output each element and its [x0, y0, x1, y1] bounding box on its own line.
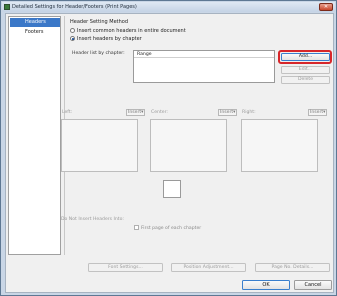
category-list: Headers Footers	[8, 16, 61, 255]
group-title-header-setting-method: Header Setting Method	[70, 19, 129, 25]
radio-headers-by-chapter[interactable]: Insert headers by chapter	[70, 36, 142, 42]
center-header-box[interactable]	[150, 119, 227, 172]
nav-item-headers[interactable]: Headers	[10, 18, 60, 27]
center-insert-button[interactable]: Insert▾	[218, 109, 238, 116]
dialog-window: Detailed Settings for Header/Footers (Pr…	[0, 0, 337, 296]
left-header-box[interactable]	[61, 119, 138, 172]
radio-label: Insert common headers in entire document	[77, 28, 186, 34]
list-column-range: Range	[134, 51, 274, 58]
checkbox-icon	[134, 225, 139, 230]
left-insert-button[interactable]: Insert▾	[126, 109, 146, 116]
center-label: Center:	[151, 110, 168, 115]
right-header-box[interactable]	[241, 119, 318, 172]
cancel-button[interactable]: Cancel	[294, 280, 332, 290]
do-not-insert-label: Do Not Insert Headers Into:	[61, 217, 124, 222]
left-label: Left:	[62, 110, 73, 115]
add-button-highlight	[278, 50, 332, 64]
radio-icon	[70, 28, 75, 33]
right-insert-button[interactable]: Insert▾	[308, 109, 328, 116]
title-bar: Detailed Settings for Header/Footers (Pr…	[2, 2, 335, 12]
app-icon	[4, 4, 10, 10]
position-adjustment-button[interactable]: Position Adjustment...	[171, 263, 246, 272]
delete-button[interactable]: Delete	[281, 76, 330, 84]
close-button[interactable]: ✕	[319, 3, 333, 11]
page-no-details-button[interactable]: Page No. Details...	[255, 263, 330, 272]
window-title: Detailed Settings for Header/Footers (Pr…	[12, 4, 137, 10]
font-settings-button[interactable]: Font Settings...	[88, 263, 163, 272]
right-label: Right:	[242, 110, 256, 115]
first-page-checkbox[interactable]: First page of each chapter	[134, 225, 201, 231]
radio-icon-selected	[70, 36, 75, 41]
radio-common-headers[interactable]: Insert common headers in entire document	[70, 28, 186, 34]
edit-button[interactable]: Edit...	[281, 66, 330, 74]
radio-label: Insert headers by chapter	[77, 36, 142, 42]
dialog-body: Headers Footers Header Setting Method In…	[5, 13, 334, 293]
ok-button[interactable]: OK	[242, 280, 290, 290]
page-preview	[163, 180, 181, 198]
header-list-label: Header list by chapter:	[72, 51, 125, 56]
checkbox-label: First page of each chapter	[141, 226, 202, 231]
chapter-header-list[interactable]: Range	[133, 50, 275, 83]
nav-item-footers[interactable]: Footers	[10, 28, 60, 37]
